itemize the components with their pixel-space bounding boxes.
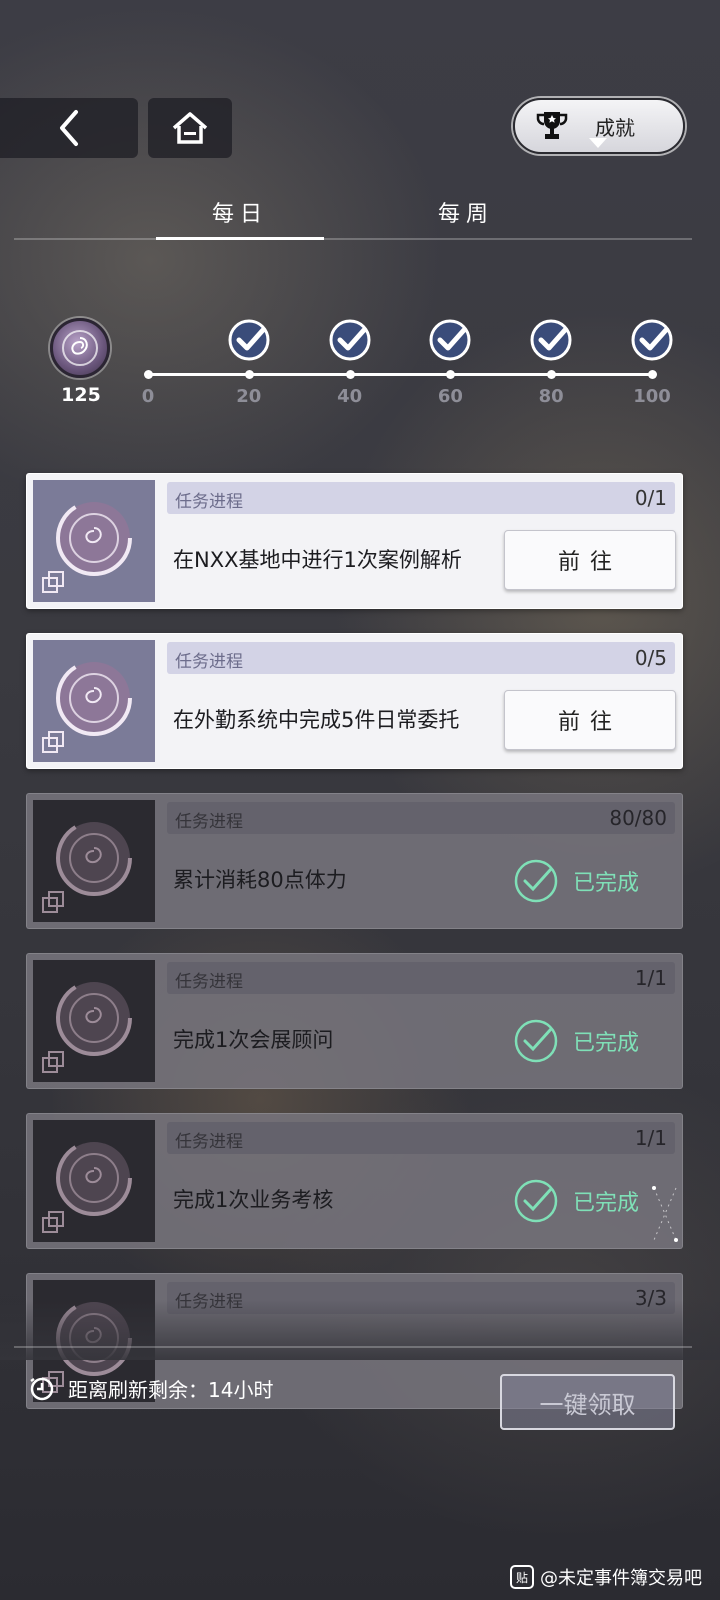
- task-progress-bar: 任务进程 0/5: [167, 642, 675, 674]
- completed-label: 已完成: [573, 1031, 640, 1056]
- completed-status: 已完成: [513, 1018, 639, 1064]
- milestone-reward-claimed[interactable]: [227, 318, 271, 362]
- back-button[interactable]: [0, 98, 138, 158]
- task-progress-label: 任务进程: [175, 972, 243, 992]
- tab-daily[interactable]: 每日: [212, 196, 268, 228]
- task-progress-label: 任务进程: [175, 1132, 243, 1152]
- check-circle-icon: [514, 1179, 558, 1223]
- tab-divider: [14, 238, 692, 240]
- completed-label: 已完成: [573, 1191, 640, 1216]
- task-reward-thumbnail: [33, 640, 155, 762]
- task-title: 在NXX基地中进行1次案例解析: [173, 548, 462, 572]
- home-button[interactable]: [148, 98, 232, 158]
- progress-tick-label: 60: [437, 386, 463, 407]
- achievements-label: 成就: [595, 115, 635, 140]
- task-title: 在外勤系统中完成5件日常委托: [173, 708, 460, 732]
- task-reward-thumbnail: [33, 480, 155, 602]
- task-card: 任务进程 0/1 在NXX基地中进行1次案例解析 前往: [26, 473, 683, 609]
- task-reward-thumbnail: [33, 800, 155, 922]
- refresh-timer: 距离刷新剩余：14小时: [28, 1374, 273, 1403]
- progress-tick-label: 40: [337, 386, 363, 407]
- check-badge-icon: [329, 319, 371, 361]
- milestone-reward-claimed[interactable]: [630, 318, 674, 362]
- tab-selected-indicator: [156, 237, 324, 240]
- go-button[interactable]: 前往: [504, 690, 676, 750]
- check-badge-icon: [228, 319, 270, 361]
- progress-tick-label: 20: [236, 386, 262, 407]
- task-reward-thumbnail: [33, 960, 155, 1082]
- check-circle-icon: [514, 859, 558, 903]
- progress-tick-label: 100: [633, 386, 671, 407]
- task-progress-value: 1/1: [634, 966, 667, 990]
- check-circle-icon: [514, 1019, 558, 1063]
- watermark: 贴 @未定事件簿交易吧: [510, 1564, 702, 1590]
- activity-points-icon: [50, 318, 110, 378]
- task-card: 任务进程 1/1 完成1次会展顾问 已完成: [26, 953, 683, 1089]
- check-badge-icon: [631, 319, 673, 361]
- task-progress-value: 1/1: [634, 1126, 667, 1150]
- completed-status: 已完成: [513, 1178, 639, 1224]
- refresh-timer-text: 距离刷新剩余：14小时: [68, 1378, 274, 1402]
- progress-tick-dot: [345, 370, 355, 379]
- tab-weekly[interactable]: 每周: [438, 196, 494, 228]
- progress-tick-dot: [446, 370, 456, 379]
- task-progress-value: 0/5: [634, 646, 667, 670]
- task-card: 任务进程 0/5 在外勤系统中完成5件日常委托 前往: [26, 633, 683, 769]
- task-progress-bar: 任务进程 0/1: [167, 482, 675, 514]
- achievements-button[interactable]: 成就: [513, 98, 685, 154]
- milestone-reward-claimed[interactable]: [529, 318, 573, 362]
- task-progress-bar: 任务进程 1/1: [167, 962, 675, 994]
- watermark-text: @未定事件簿交易吧: [540, 1568, 702, 1589]
- progress-tick-dot: [547, 370, 557, 379]
- task-title: 完成1次业务考核: [173, 1188, 334, 1212]
- check-badge-icon: [530, 319, 572, 361]
- task-progress-value: 80/80: [609, 806, 667, 830]
- task-progress-bar: 任务进程 1/1: [167, 1122, 675, 1154]
- list-fade: [0, 1300, 720, 1360]
- tieba-logo: 贴: [510, 1565, 534, 1589]
- progress-tick-dot: [144, 370, 153, 379]
- task-title: 累计消耗80点体力: [173, 868, 347, 892]
- activity-token-icon: [42, 980, 132, 1073]
- clock-icon: [30, 1377, 54, 1400]
- activity-token-icon: [42, 660, 132, 753]
- task-card: 任务进程 80/80 累计消耗80点体力 已完成: [26, 793, 683, 929]
- completed-status: 已完成: [513, 858, 639, 904]
- claim-all-button[interactable]: 一键领取: [500, 1374, 675, 1430]
- task-title: 完成1次会展顾问: [173, 1028, 334, 1052]
- completed-label: 已完成: [573, 871, 640, 896]
- progress-track: [148, 373, 652, 376]
- check-badge-icon: [429, 319, 471, 361]
- task-reward-thumbnail: [33, 1120, 155, 1242]
- tab-bar: 每日 每周: [14, 196, 692, 240]
- notch-indicator: [589, 138, 607, 148]
- progress-tick-label: 80: [538, 386, 564, 407]
- progress-tick-dot: [244, 370, 254, 379]
- activity-token-icon: [42, 500, 132, 593]
- progress-tick-dot: [648, 370, 657, 379]
- milestone-reward-claimed[interactable]: [428, 318, 472, 362]
- task-progress-bar: 任务进程 80/80: [167, 802, 675, 834]
- task-progress-label: 任务进程: [175, 652, 243, 672]
- activity-token-icon: [42, 820, 132, 913]
- home-icon: [172, 112, 208, 144]
- chevron-left-icon: [60, 110, 78, 146]
- footer-divider: [14, 1346, 692, 1348]
- sparkle-icon: [652, 1186, 678, 1242]
- task-progress-value: 0/1: [634, 486, 667, 510]
- progress-tick-label: 0: [141, 386, 155, 407]
- activity-points-value: 125: [61, 384, 101, 406]
- task-progress-label: 任务进程: [175, 492, 243, 512]
- task-progress-label: 任务进程: [175, 812, 243, 832]
- task-card: 任务进程 1/1 完成1次业务考核 已完成: [26, 1113, 683, 1249]
- activity-token-icon: [42, 1140, 132, 1233]
- go-button[interactable]: 前往: [504, 530, 676, 590]
- milestone-reward-claimed[interactable]: [328, 318, 372, 362]
- trophy-icon: [536, 112, 568, 139]
